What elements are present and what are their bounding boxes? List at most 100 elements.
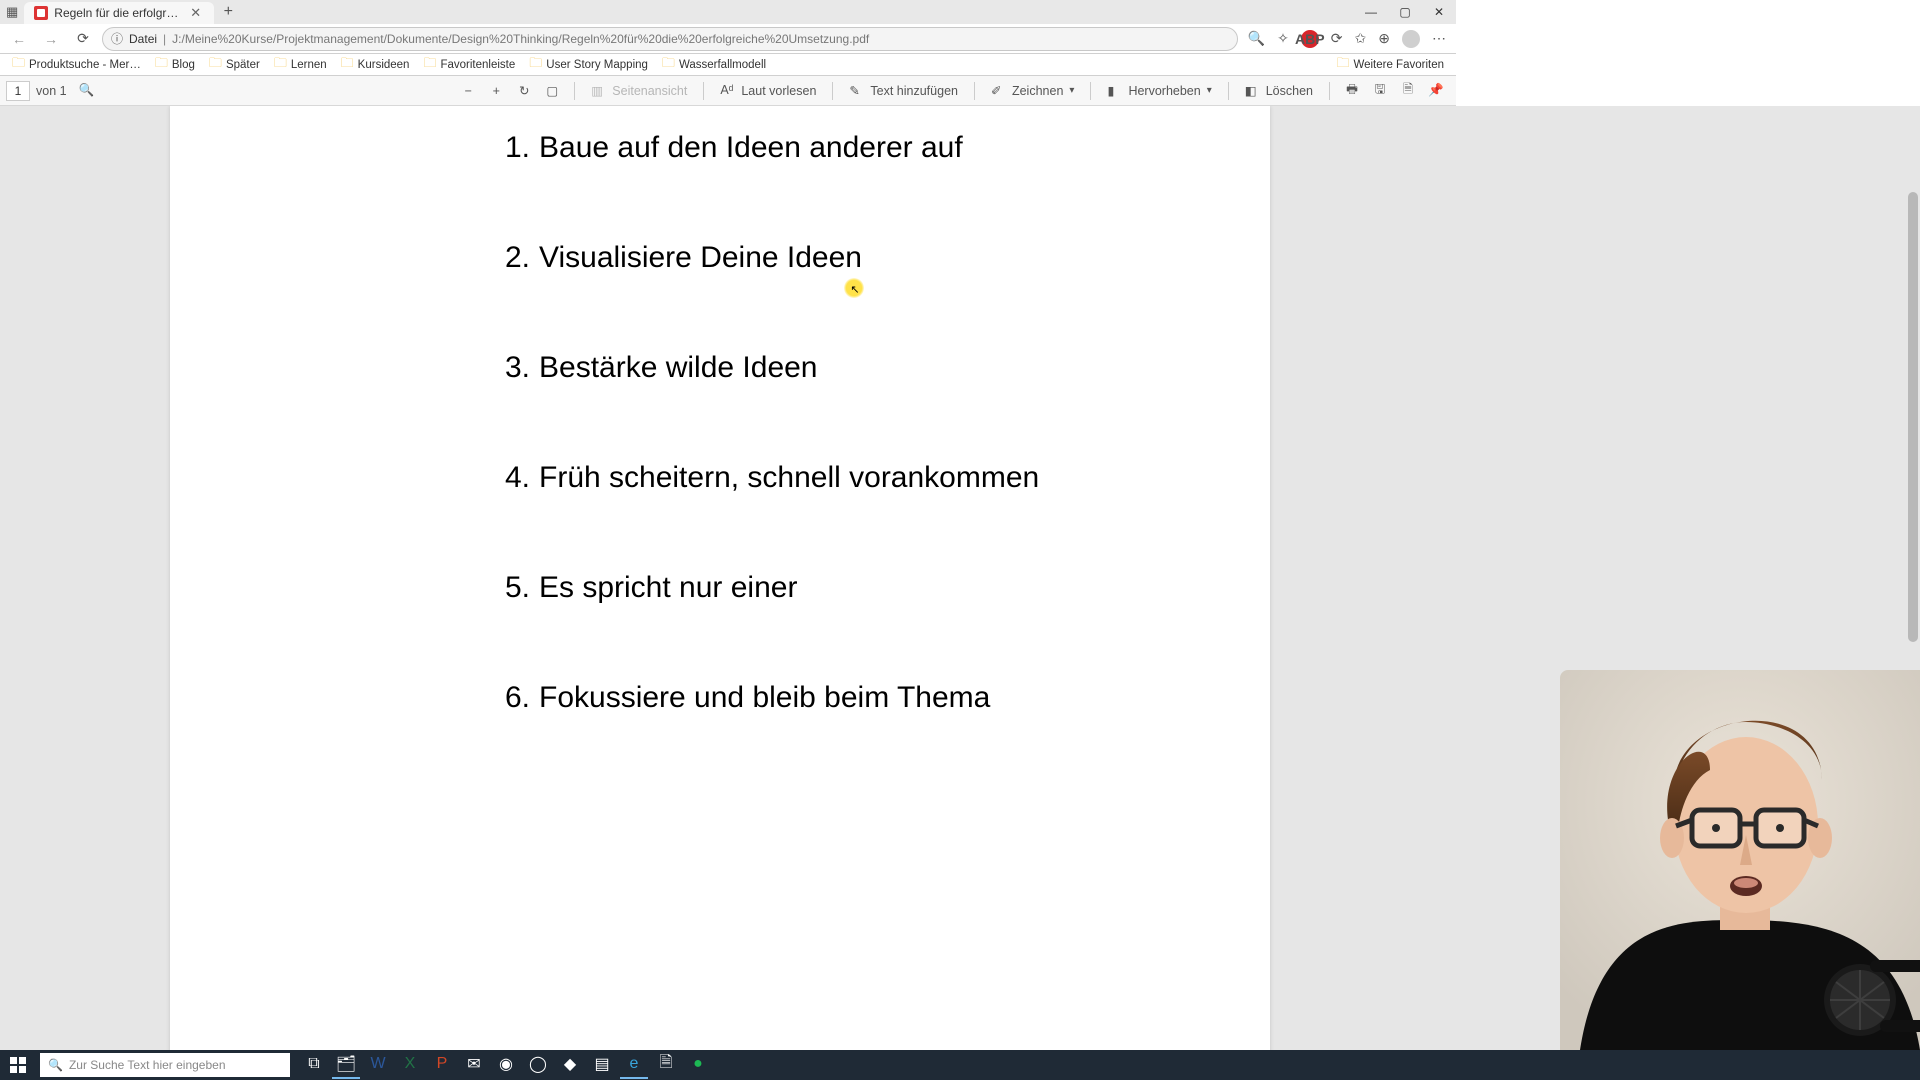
bookmark-item[interactable]: 🗀 Blog [149, 54, 201, 76]
bookmarks-more-label: Weitere Favoriten [1353, 59, 1444, 71]
highlight-icon: ▮ [1107, 83, 1122, 98]
rule-item: 1.Baue auf den Ideen anderer auf [505, 130, 963, 166]
task-view-icon[interactable]: ⧉ [300, 1051, 328, 1079]
bookmark-label: User Story Mapping [546, 59, 648, 71]
scrollbar-thumb[interactable] [1908, 192, 1918, 642]
save-button[interactable]: 🖫 [1366, 80, 1394, 101]
folder-icon: 🗀 [274, 54, 287, 76]
bookmark-label: Kursideen [358, 59, 410, 71]
bookmarks-bar: 🗀Produktsuche - Mer…🗀Blog🗀Später🗀Lernen🗀… [0, 54, 1456, 76]
webcam-overlay [1560, 670, 1920, 1050]
add-text-tool[interactable]: ✎ Text hinzufügen [841, 83, 966, 98]
pageview-icon: ▥ [591, 83, 606, 98]
zoom-out-button[interactable]: − [454, 84, 482, 98]
browser-tab[interactable]: Regeln für die erfolgreiche Umse ✕ [24, 2, 214, 24]
pdf-page: 1.Baue auf den Ideen anderer auf 2.Visua… [170, 106, 1270, 1050]
folder-icon: 🗀 [209, 54, 222, 76]
save-as-button[interactable]: 🗎 [1394, 80, 1422, 101]
print-button[interactable]: 🖶 [1338, 80, 1366, 101]
page-number-input[interactable] [6, 81, 30, 101]
zoom-indicator-icon[interactable]: 🔍 [1248, 30, 1265, 47]
rotate-button[interactable]: ↻ [510, 83, 538, 98]
erase-icon: ◧ [1245, 83, 1260, 98]
window-close-button[interactable]: ✕ [1422, 0, 1456, 24]
bookmarks-more[interactable]: 🗀 Weitere Favoriten [1330, 54, 1450, 76]
window-maximize-button[interactable]: ▢ [1388, 0, 1422, 24]
nav-forward-button[interactable]: → [38, 26, 64, 52]
pdf-pin-icon[interactable]: 📌 [1422, 83, 1450, 98]
bookmark-item[interactable]: 🗀Später [203, 54, 266, 76]
erase-tool[interactable]: ◧ Löschen [1237, 83, 1321, 98]
excel-icon[interactable]: X [396, 1051, 424, 1079]
adblock-icon[interactable]: ABP [1301, 30, 1319, 48]
tab-close-icon[interactable]: ✕ [190, 5, 201, 21]
url-scheme: Datei [129, 32, 157, 46]
bookmark-item[interactable]: 🗀 Produktsuche - Mer… [6, 54, 147, 76]
search-icon: 🔍 [48, 1058, 63, 1072]
taskbar-search[interactable]: 🔍 Zur Suche Text hier eingeben [40, 1053, 290, 1077]
bookmark-item[interactable]: 🗀 Lernen [268, 54, 333, 76]
address-bar: ← → ⟳ ⓘ Datei | J:/Meine%20Kurse/Projekt… [0, 24, 1456, 54]
zoom-in-button[interactable]: + [482, 84, 510, 98]
bookmark-label: Produktsuche - Mer… [29, 59, 141, 71]
pdf-favicon-icon [34, 6, 48, 20]
tab-title: Regeln für die erfolgreiche Umse [54, 6, 184, 20]
file-explorer-icon[interactable]: 🗂 [332, 1051, 360, 1079]
bookmark-label: Lernen [291, 59, 327, 71]
new-tab-button[interactable]: + [214, 0, 242, 24]
chevron-down-icon[interactable]: ▾ [1207, 85, 1212, 96]
sync-icon[interactable]: ⟳ [1331, 30, 1343, 47]
bookmark-label: Blog [172, 59, 195, 71]
rule-item: 6.Fokussiere und bleib beim Thema [505, 680, 990, 716]
read-aloud-tool[interactable]: Aᵈ Laut vorlesen [712, 83, 824, 98]
page-view-tool: ▥ Seitenansicht [583, 83, 695, 98]
rule-item: 3.Bestärke wilde Ideen [505, 350, 818, 386]
folder-icon: 🗀 [423, 54, 436, 76]
app-icon[interactable]: ◆ [556, 1051, 584, 1079]
nav-back-button[interactable]: ← [6, 26, 32, 52]
bookmark-label: Wasserfallmodell [679, 59, 766, 71]
favorites-star-icon[interactable]: ✩ [1355, 30, 1367, 47]
bookmark-label: Favoritenleiste [440, 59, 515, 71]
powerpoint-icon[interactable]: P [428, 1051, 456, 1079]
highlight-tool[interactable]: ▮ Hervorheben ▾ [1099, 83, 1219, 98]
url-field[interactable]: ⓘ Datei | J:/Meine%20Kurse/Projektmanage… [102, 27, 1238, 51]
tab-actions-icon[interactable]: ▦ [6, 4, 18, 20]
chrome-icon[interactable]: ◉ [492, 1051, 520, 1079]
notepad-icon[interactable]: ▤ [588, 1051, 616, 1079]
bookmark-item[interactable]: 🗀 Wasserfallmodell [656, 54, 772, 76]
enter-immersive-reader-icon[interactable]: ✧ [1277, 30, 1289, 47]
folder-icon: 🗀 [662, 54, 675, 76]
page-total-label: von 1 [36, 84, 67, 98]
collections-icon[interactable]: ⊕ [1378, 30, 1390, 47]
draw-tool[interactable]: ✐ Zeichnen ▾ [983, 83, 1082, 98]
bookmark-item[interactable]: 🗀 Kursideen [335, 54, 416, 76]
chevron-down-icon[interactable]: ▾ [1069, 85, 1074, 96]
profile-avatar-icon[interactable] [1402, 30, 1420, 48]
browser-menu-icon[interactable]: ⋯ [1432, 30, 1446, 47]
folder-icon: 🗀 [341, 54, 354, 76]
fit-page-button[interactable]: ▢ [538, 83, 566, 98]
folder-icon: 🗀 [12, 54, 25, 76]
obs-icon[interactable]: ◯ [524, 1051, 552, 1079]
start-button[interactable] [0, 1057, 36, 1073]
taskbar: 🔍 Zur Suche Text hier eingeben ⧉ 🗂 W X P… [0, 1050, 1920, 1080]
mail-icon[interactable]: ✉ [460, 1051, 488, 1079]
folder-icon: 🗀 [1336, 54, 1349, 76]
site-info-icon[interactable]: ⓘ [111, 30, 123, 47]
folder-icon: 🗀 [529, 54, 542, 76]
bookmark-item[interactable]: 🗀 Favoritenleiste [417, 54, 521, 76]
window-minimize-button[interactable]: — [1354, 0, 1388, 24]
folder-icon: 🗀 [155, 54, 168, 76]
document-icon[interactable]: 🗎 [652, 1051, 680, 1079]
rule-item: 5.Es spricht nur einer [505, 570, 797, 606]
bookmark-item[interactable]: 🗀 User Story Mapping [523, 54, 654, 76]
add-text-icon: ✎ [849, 83, 864, 98]
pdf-find-icon[interactable]: 🔍 [73, 83, 101, 98]
url-path: J:/Meine%20Kurse/Projektmanagement/Dokum… [172, 32, 869, 46]
read-aloud-icon: Aᵈ [720, 83, 735, 98]
edge-icon[interactable]: e [620, 1051, 648, 1079]
word-icon[interactable]: W [364, 1051, 392, 1079]
nav-refresh-button[interactable]: ⟳ [70, 26, 96, 52]
spotify-icon[interactable]: ● [684, 1051, 712, 1079]
